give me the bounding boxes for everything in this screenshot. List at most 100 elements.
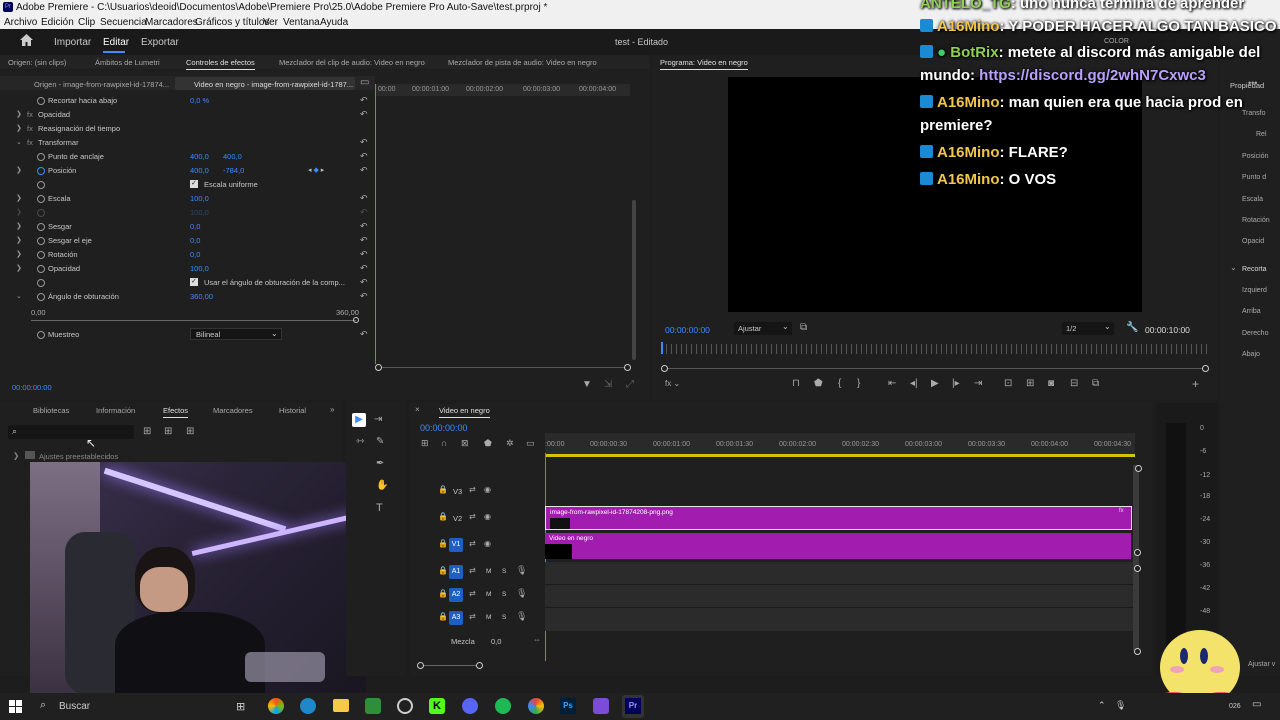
chevron-right-icon[interactable]: ❯ (16, 236, 22, 244)
timeline-v-scrollbar[interactable] (1133, 465, 1139, 651)
solo-button[interactable]: S (502, 568, 506, 575)
tray-chevron-icon[interactable]: ⌃ (1098, 700, 1106, 711)
stopwatch-icon[interactable] (37, 293, 45, 301)
reset-icon[interactable]: ↶ (360, 151, 370, 161)
reset-icon[interactable]: ↶ (360, 95, 370, 105)
compare-icon[interactable]: ⊟ (1070, 379, 1078, 389)
settings-icon[interactable]: ⧉ (800, 323, 807, 333)
camera-icon[interactable]: ◙ (1048, 379, 1054, 389)
export-tab[interactable]: Exportar (141, 37, 179, 48)
stopwatch-icon[interactable] (37, 223, 45, 231)
timeline-ruler[interactable]: :00:00 00:00:00:30 00:00:01:00 00:00:01:… (545, 433, 1135, 457)
marker-icon[interactable]: ⬟ (484, 439, 492, 448)
menu-ayuda[interactable]: Ayuda (320, 17, 348, 28)
more-tabs-icon[interactable]: » (330, 406, 334, 414)
tab-source[interactable]: Origen: (sin clips) (8, 58, 66, 67)
sync-icon[interactable]: ⇄ (469, 513, 476, 521)
menu-secuencia[interactable]: Secuencia (100, 17, 147, 28)
prop-left[interactable]: Izquierd (1242, 287, 1267, 294)
effect-row-transform[interactable]: ⌄ fx Transformar ↶ (0, 136, 375, 150)
property-value[interactable]: 0,0 (190, 250, 200, 259)
property-row[interactable]: ❯ Rotación 0,0 ↶ (0, 248, 375, 262)
mark-in-icon[interactable]: { (838, 379, 841, 389)
stopwatch-icon[interactable] (37, 97, 45, 105)
fx-menu-icon[interactable]: fx ⌄ (665, 380, 680, 388)
reset-icon[interactable]: ↶ (360, 329, 370, 339)
reset-icon[interactable]: ↶ (360, 165, 370, 175)
clip-image-v2[interactable]: image-from-rawpixel-id-17874208-png.png … (545, 506, 1132, 530)
property-row[interactable]: ❯ Sesgar el eje 0,0 ↶ (0, 234, 375, 248)
mute-button[interactable]: M (486, 591, 491, 598)
scroll-handle[interactable] (1135, 465, 1142, 472)
lock-icon[interactable]: 🔒 (438, 613, 448, 621)
snap-icon[interactable]: ∩ (441, 439, 447, 448)
eye-icon[interactable]: ◉ (484, 513, 491, 521)
stopwatch-icon[interactable] (37, 153, 45, 161)
edge-icon[interactable] (300, 698, 316, 714)
menu-graficos[interactable]: Gráficos y títulos (195, 17, 269, 28)
menu-marcadores[interactable]: Marcadores (145, 17, 198, 28)
tab-markers[interactable]: Marcadores (213, 406, 253, 415)
ec-playhead[interactable] (375, 84, 376, 364)
prop-bottom[interactable]: Abajo (1242, 351, 1260, 358)
import-tab[interactable]: Importar (54, 37, 91, 48)
chevron-right-icon[interactable]: ❯ (16, 194, 22, 202)
search-input[interactable] (24, 426, 129, 437)
tab-history[interactable]: Historial (279, 406, 306, 415)
chevron-down-icon[interactable]: ⌄ (16, 138, 22, 146)
property-value[interactable]: 360,00 (190, 292, 213, 301)
step-back-icon[interactable]: ◂| (910, 379, 918, 389)
razor-icon[interactable]: ✎ (376, 437, 384, 447)
tab-clip-mixer[interactable]: Mezclador del clip de audio: Video en ne… (279, 58, 425, 67)
copilot-icon[interactable] (268, 698, 284, 714)
reset-icon[interactable]: ↶ (360, 137, 370, 147)
sampling-row[interactable]: Muestreo Bilineal ⌄ ↶ (0, 328, 375, 342)
mix-value[interactable]: 0,0 (491, 637, 501, 646)
stopwatch-icon[interactable] (37, 167, 45, 175)
scroll-handle[interactable] (1134, 565, 1141, 572)
track-target-a1[interactable]: A1 (449, 565, 463, 579)
reset-icon[interactable]: ↶ (360, 249, 370, 259)
microphone-icon[interactable]: 🎙 (516, 589, 527, 598)
keyframe-nav-icon[interactable]: ◂ ◆ ▸ (308, 166, 324, 174)
ec-zoom-bar[interactable] (375, 367, 630, 368)
property-value[interactable]: 0,0 % (190, 96, 209, 105)
tab-effect-controls[interactable]: Controles de efectos (186, 58, 255, 70)
timeline-timecode[interactable]: 00:00:00:00 (420, 423, 468, 433)
menu-ventana[interactable]: Ventana (283, 17, 320, 28)
stopwatch-icon[interactable] (37, 237, 45, 245)
notification-icon[interactable]: ▭ (1252, 699, 1261, 710)
property-value[interactable]: 100,0 (190, 264, 209, 273)
sync-icon[interactable]: ⇄ (469, 590, 476, 598)
lift-icon[interactable]: ⊡ (1004, 379, 1012, 389)
stopwatch-icon[interactable] (37, 265, 45, 273)
zoom-handle-right[interactable] (624, 364, 631, 371)
lock-icon[interactable]: 🔒 (438, 540, 448, 548)
eye-icon[interactable]: ◉ (484, 540, 491, 548)
add-button-icon[interactable]: + (1192, 378, 1199, 390)
export-icon[interactable]: ⇲ (604, 380, 612, 390)
chevron-right-icon[interactable]: ❯ (16, 264, 22, 272)
extract-icon[interactable]: ⊞ (1026, 379, 1034, 389)
tree-item-presets[interactable]: Ajustes preestablecidos (39, 452, 118, 461)
stopwatch-icon[interactable] (37, 251, 45, 259)
audio-lanes[interactable] (545, 562, 1133, 631)
property-row[interactable]: ❯ Opacidad 100,0 ↶ (0, 262, 375, 276)
effect-row-time-remap[interactable]: ❯ fx Reasignación del tiempo (0, 122, 375, 136)
sync-icon[interactable]: ⇄ (469, 567, 476, 575)
pen-icon[interactable]: ✒ (376, 459, 384, 469)
sync-icon[interactable]: ⇄ (469, 613, 476, 621)
property-value[interactable]: 400,0 (190, 152, 209, 161)
tab-track-mixer[interactable]: Mezclador de pista de audio: Video en ne… (448, 58, 597, 67)
link-icon[interactable]: ⤢ (626, 380, 634, 390)
zoom-handle-left[interactable] (417, 662, 424, 669)
store-icon[interactable] (365, 698, 381, 714)
mic-tray-icon[interactable]: 🎙 (1115, 700, 1126, 711)
tab-effects[interactable]: Efectos (163, 406, 189, 418)
step-forward-icon[interactable]: |▸ (952, 379, 960, 389)
solo-button[interactable]: S (502, 591, 506, 598)
mute-button[interactable]: M (486, 568, 491, 575)
reset-icon[interactable]: ↶ (360, 109, 370, 119)
edit-tab[interactable]: Editar (103, 37, 129, 48)
chevron-right-icon[interactable]: ❯ (13, 451, 19, 460)
